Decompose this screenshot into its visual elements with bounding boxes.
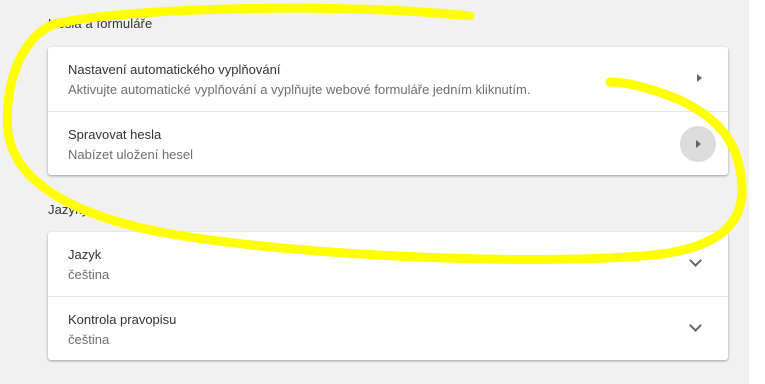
manage-passwords-subtitle: Nabízet uložení hesel — [68, 147, 194, 162]
language-title: Jazyk — [68, 247, 102, 262]
languages-card: Jazyk čeština Kontrola pravopisu čeština — [48, 232, 728, 360]
passwords-card: Nastavení automatického vyplňování Aktiv… — [48, 47, 728, 175]
manage-passwords-title: Spravovat hesla — [68, 127, 162, 142]
spellcheck-row[interactable]: Kontrola pravopisu čeština — [48, 296, 728, 360]
language-value: čeština — [68, 267, 110, 282]
arrow-right-icon — [696, 140, 701, 148]
autofill-settings-title: Nastavení automatického vyplňování — [68, 62, 281, 77]
page-edge — [749, 0, 765, 384]
arrow-right-icon[interactable] — [697, 74, 702, 82]
passwords-section-title: Hesla a formuláře — [48, 16, 153, 31]
autofill-settings-subtitle: Aktivujte automatické vyplňování a vyplň… — [68, 82, 531, 97]
autofill-settings-row[interactable]: Nastavení automatického vyplňování Aktiv… — [48, 47, 728, 111]
manage-passwords-arrow-button[interactable] — [680, 126, 716, 162]
languages-section-title: Jazyky — [48, 202, 89, 217]
chevron-down-icon[interactable] — [689, 319, 702, 332]
spellcheck-title: Kontrola pravopisu — [68, 312, 177, 327]
manage-passwords-row[interactable]: Spravovat hesla Nabízet uložení hesel — [48, 111, 728, 175]
language-row[interactable]: Jazyk čeština — [48, 232, 728, 296]
spellcheck-value: čeština — [68, 332, 110, 347]
chevron-down-icon[interactable] — [689, 254, 702, 267]
